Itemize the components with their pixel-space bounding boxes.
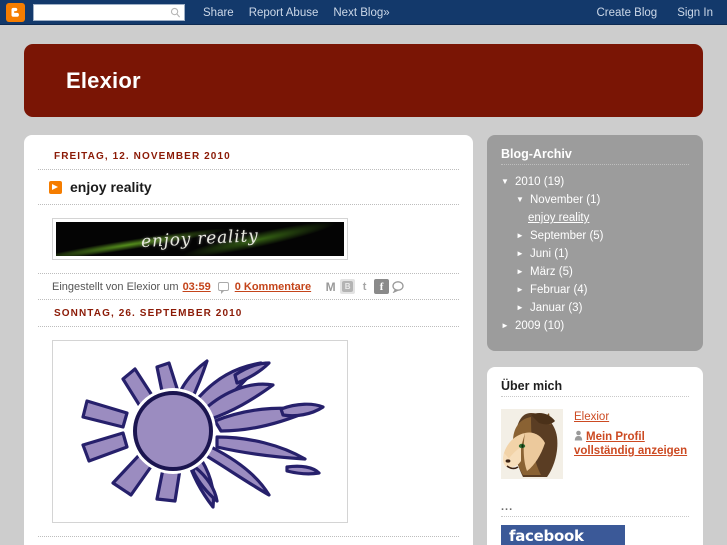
archive-item-label: November (1)	[530, 194, 601, 206]
facebook-share-icon[interactable]: f	[374, 279, 390, 294]
gmail-share-icon[interactable]: M	[323, 279, 338, 294]
nav-link-share[interactable]: Share	[203, 7, 234, 19]
post-title-row: enjoy reality	[38, 170, 459, 204]
sidebar: Blog-Archiv ▼ 2010 (19) ▼ November (1) e…	[487, 135, 703, 545]
blog-post: enjoy reality enjoy reality Eingestellt …	[38, 170, 459, 302]
chevron-right-icon[interactable]: ►	[516, 232, 525, 240]
archive-item-januar[interactable]: ► Januar (3)	[501, 299, 689, 317]
blog-header: Elexior	[24, 44, 703, 117]
archive-item-label: September (5)	[530, 230, 604, 242]
share-icons: M B t f	[323, 279, 406, 294]
post-title[interactable]: enjoy reality	[70, 179, 152, 195]
post-body	[38, 327, 459, 536]
archive-item-2010[interactable]: ▼ 2010 (19)	[501, 173, 689, 191]
chevron-right-icon[interactable]: ►	[516, 304, 525, 312]
person-icon	[574, 430, 583, 441]
archive-post-enjoy-reality[interactable]: enjoy reality	[528, 212, 589, 224]
dots-widget: ... facebook	[501, 501, 689, 545]
archive-item-februar[interactable]: ► Februar (4)	[501, 281, 689, 299]
post-image-enjoy-reality[interactable]: enjoy reality	[52, 218, 348, 260]
post-comments-link[interactable]: 0 Kommentare	[235, 281, 311, 293]
post-date-header: SONNTAG, 26. SEPTEMBER 2010	[54, 308, 243, 319]
archive-post-link[interactable]: enjoy reality	[501, 209, 689, 227]
divider	[38, 299, 459, 300]
orange-arrow-icon	[49, 180, 62, 194]
post-author-label: Eingestellt von Elexior um	[52, 280, 179, 293]
profile-name-link[interactable]: Elexior	[574, 411, 687, 423]
chevron-right-icon[interactable]: ►	[516, 250, 525, 258]
post-image-sun[interactable]	[52, 340, 348, 523]
facebook-badge[interactable]: facebook	[501, 525, 625, 545]
post-timestamp-link[interactable]: 03:59	[183, 281, 211, 293]
blogger-navbar: Share Report Abuse Next Blog» Create Blo…	[0, 0, 727, 25]
archive-item-label: März (5)	[530, 266, 573, 278]
profile-link-line1: Mein Profil	[586, 431, 645, 443]
archive-item-label: Februar (4)	[530, 284, 588, 296]
archive-item-november[interactable]: ▼ November (1)	[501, 191, 689, 209]
content-wrapper: FREITAG, 12. NOVEMBER 2010 enjoy reality…	[0, 117, 727, 545]
share-bubble-icon[interactable]	[391, 279, 406, 294]
archive-item-maerz[interactable]: ► März (5)	[501, 263, 689, 281]
avatar[interactable]	[501, 409, 563, 479]
page-outer-wrapper: Elexior FREITAG, 12. NOVEMBER 2010 enjoy…	[0, 25, 727, 545]
post-footer: Eingestellt von Elexior um 03:59 0 Komme…	[38, 274, 459, 299]
archive-item-label: Januar (3)	[530, 302, 583, 314]
profile-row: Elexior Mein Profil vollständig anzeigen	[501, 405, 689, 479]
blogger-share-icon[interactable]: B	[340, 279, 356, 294]
blogger-logo-icon[interactable]	[6, 3, 25, 22]
blog-title[interactable]: Elexior	[66, 68, 141, 94]
profile-links: Elexior Mein Profil vollständig anzeigen	[574, 409, 687, 479]
widget-title-about: Über mich	[501, 379, 563, 393]
search-icon	[170, 7, 181, 18]
archive-item-label: Juni (1)	[530, 248, 569, 260]
archive-item-2009[interactable]: ► 2009 (10)	[501, 317, 689, 335]
widget-title-dots: ...	[501, 501, 514, 513]
archive-item-label: 2010 (19)	[515, 176, 565, 188]
widget-blog-archive: Blog-Archiv ▼ 2010 (19) ▼ November (1) e…	[487, 135, 703, 351]
archive-item-september[interactable]: ► September (5)	[501, 227, 689, 245]
header-wrapper: Elexior	[0, 25, 727, 117]
post-body: enjoy reality	[38, 205, 459, 273]
search-box[interactable]	[33, 4, 185, 21]
archive-list: ▼ 2010 (19) ▼ November (1) enjoy reality…	[501, 173, 689, 335]
divider	[38, 536, 459, 537]
view-full-profile-link[interactable]: Mein Profil vollständig anzeigen	[574, 430, 687, 458]
nav-link-report-abuse[interactable]: Report Abuse	[249, 7, 319, 19]
navbar-account-links: Create Blog Sign In	[596, 7, 717, 19]
chevron-right-icon[interactable]: ►	[516, 286, 525, 294]
chevron-right-icon[interactable]: ►	[501, 322, 510, 330]
navbar-links: Share Report Abuse Next Blog»	[203, 7, 390, 19]
sign-in-link[interactable]: Sign In	[677, 7, 713, 19]
chevron-down-icon[interactable]: ▼	[516, 196, 525, 204]
archive-item-juni[interactable]: ► Juni (1)	[501, 245, 689, 263]
twitter-share-icon[interactable]: t	[357, 279, 372, 294]
divider	[501, 164, 689, 165]
comment-bubble-icon	[217, 282, 229, 294]
blog-post	[38, 327, 459, 539]
post-date-header: FREITAG, 12. NOVEMBER 2010	[54, 151, 231, 162]
widget-about-me: Über mich Elexior Mein Profil vollständi…	[487, 367, 703, 545]
divider	[501, 396, 689, 397]
widget-title-archive: Blog-Archiv	[501, 147, 572, 161]
chevron-right-icon[interactable]: ►	[516, 268, 525, 276]
nav-link-next-blog[interactable]: Next Blog»	[333, 7, 389, 19]
search-input[interactable]	[37, 6, 181, 19]
main-column: FREITAG, 12. NOVEMBER 2010 enjoy reality…	[24, 135, 473, 545]
profile-link-line2: vollständig anzeigen	[574, 445, 688, 457]
create-blog-link[interactable]: Create Blog	[596, 7, 657, 19]
chevron-down-icon[interactable]: ▼	[501, 178, 510, 186]
archive-item-label: 2009 (10)	[515, 320, 565, 332]
divider	[501, 516, 689, 517]
